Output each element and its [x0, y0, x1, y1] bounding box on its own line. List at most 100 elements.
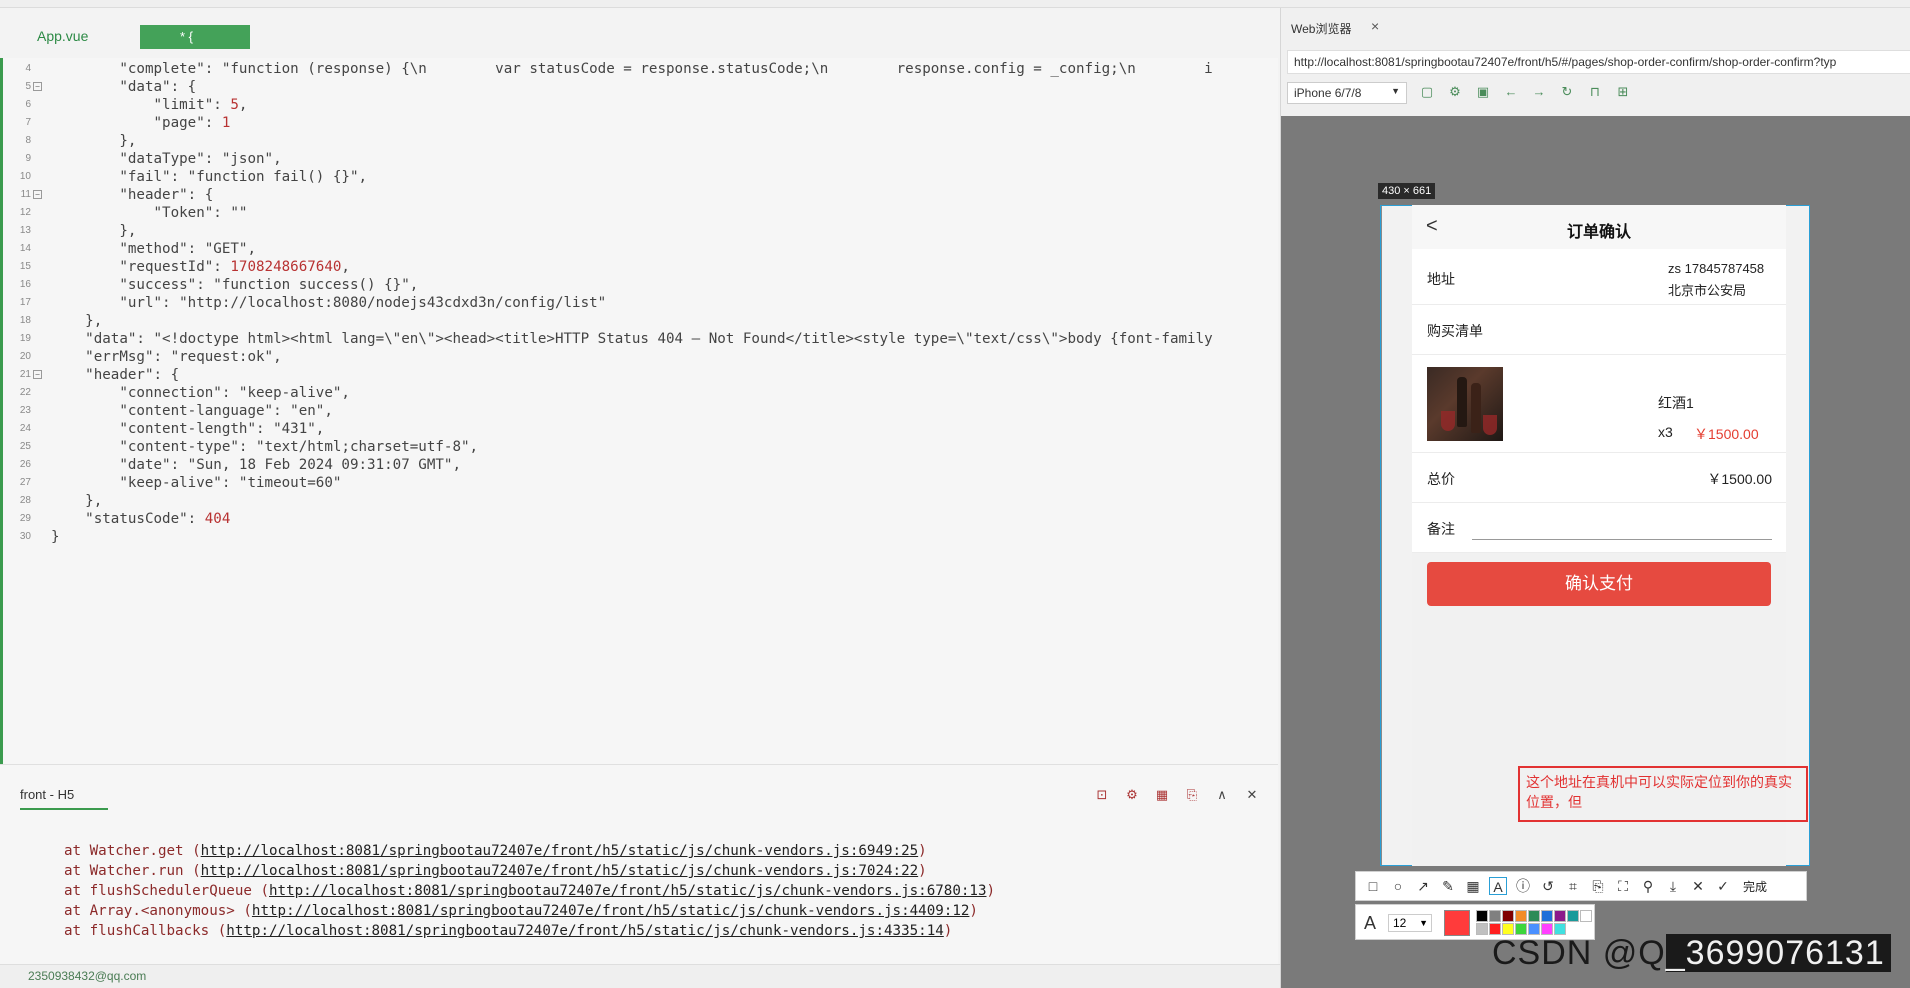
- purchase-list-row: 购买清单: [1412, 305, 1786, 355]
- remark-input[interactable]: [1472, 539, 1772, 540]
- log-link[interactable]: http://localhost:8081/springbootau72407e…: [201, 863, 919, 879]
- export-icon[interactable]: ⎘: [1184, 787, 1200, 803]
- remark-label: 备注: [1427, 521, 1455, 537]
- log-text: at Watcher.get (: [64, 843, 201, 859]
- viewport-size-label: 430 × 661: [1378, 183, 1436, 199]
- screenshot-icon[interactable]: ▢: [1419, 84, 1435, 100]
- log-text: ): [918, 843, 927, 859]
- text-icon[interactable]: A: [1489, 877, 1507, 895]
- log-line: at flushCallbacks (http://localhost:8081…: [64, 923, 952, 939]
- color-swatch[interactable]: [1515, 910, 1527, 922]
- color-swatch[interactable]: [1476, 910, 1488, 922]
- copy-icon[interactable]: ⎘: [1589, 877, 1607, 895]
- account-email[interactable]: 2350938432@qq.com: [28, 969, 146, 983]
- log-text: ): [918, 863, 927, 879]
- watermark-text: CSDN @Q: [1492, 934, 1666, 972]
- screen-root: App.vue * { 4 "complete": "function (res…: [0, 0, 1910, 988]
- log-text: at flushSchedulerQueue (: [64, 883, 269, 899]
- close-icon[interactable]: ×: [1371, 18, 1379, 34]
- undo-icon[interactable]: ↺: [1539, 877, 1557, 895]
- settings-icon[interactable]: ⚙: [1447, 84, 1463, 100]
- forward-arrow-icon[interactable]: →: [1531, 84, 1547, 100]
- check-icon[interactable]: ✓: [1714, 877, 1732, 895]
- fullscreen-icon[interactable]: ⛶: [1614, 877, 1632, 895]
- arrow-icon[interactable]: ↗: [1414, 877, 1432, 895]
- refresh-icon[interactable]: ↻: [1559, 84, 1575, 100]
- stop-icon[interactable]: ⊡: [1094, 787, 1110, 803]
- log-link[interactable]: http://localhost:8081/springbootau72407e…: [252, 903, 970, 919]
- settings-icon[interactable]: ⚙: [1124, 787, 1140, 803]
- mosaic-icon[interactable]: ▦: [1464, 877, 1482, 895]
- log-text: at Array.<anonymous> (: [64, 903, 252, 919]
- nav-bar: < 订单确认: [1412, 205, 1786, 249]
- purchase-list-label: 购买清单: [1427, 323, 1483, 339]
- code-text: }: [51, 529, 60, 545]
- chevron-down-icon: ▼: [1419, 918, 1428, 928]
- log-line: at Array.<anonymous> (http://localhost:8…: [64, 903, 978, 919]
- console-panel: front - H5 ⊡ ⚙ ▦ ⎘ ∧ ✕ at Watcher.get (h…: [0, 764, 1278, 964]
- address-city: 北京市公安局: [1668, 283, 1747, 298]
- product-quantity: x3: [1658, 424, 1673, 440]
- fold-icon[interactable]: −: [33, 82, 42, 91]
- watermark: CSDN @Q_3699076131: [1492, 934, 1891, 973]
- tab-app-vue[interactable]: App.vue: [37, 28, 88, 44]
- color-swatch[interactable]: [1541, 910, 1553, 922]
- page-title: 订单确认: [1566, 224, 1631, 241]
- rectangle-icon[interactable]: □: [1364, 877, 1382, 895]
- color-swatch[interactable]: [1554, 910, 1566, 922]
- confirm-pay-button[interactable]: 确认支付: [1427, 562, 1771, 606]
- log-link[interactable]: http://localhost:8081/springbootau72407e…: [201, 843, 919, 859]
- current-color-swatch[interactable]: [1444, 910, 1470, 936]
- tab-active-file[interactable]: * {: [140, 25, 250, 49]
- inspect-icon[interactable]: ▣: [1475, 84, 1491, 100]
- cancel-icon[interactable]: ✕: [1689, 877, 1707, 895]
- product-image: [1427, 367, 1503, 441]
- chevron-up-icon[interactable]: ∧: [1214, 787, 1230, 803]
- product-item[interactable]: 红酒1 x3 ￥1500.00: [1412, 355, 1786, 453]
- font-icon: A: [1364, 913, 1377, 933]
- clear-icon[interactable]: ▦: [1154, 787, 1170, 803]
- fold-icon[interactable]: −: [33, 370, 42, 379]
- color-swatch[interactable]: [1567, 910, 1579, 922]
- log-text: at Watcher.run (: [64, 863, 201, 879]
- annotation-textbox[interactable]: 这个地址在真机中可以实际定位到你的真实位置，但: [1518, 766, 1808, 822]
- log-link[interactable]: http://localhost:8081/springbootau72407e…: [226, 923, 944, 939]
- log-line: at Watcher.run (http://localhost:8081/sp…: [64, 863, 927, 879]
- address-name-phone: zs 17845787458: [1668, 261, 1765, 276]
- fold-icon[interactable]: −: [33, 190, 42, 199]
- browser-toolbar: ▢ ⚙ ▣ ← → ↻ ⊓ ⊞: [1419, 84, 1631, 100]
- console-tab-front-h5[interactable]: front - H5: [20, 787, 108, 810]
- code-line: 30}: [3, 526, 1281, 548]
- address-row[interactable]: 地址 zs 17845787458 北京市公安局: [1412, 249, 1786, 305]
- close-panel-icon[interactable]: ✕: [1244, 787, 1260, 803]
- color-swatch[interactable]: [1528, 910, 1540, 922]
- code-editor[interactable]: 4 "complete": "function (response) {\n v…: [0, 58, 1278, 764]
- tab-web-browser[interactable]: Web浏览器: [1291, 20, 1351, 37]
- total-label: 总价: [1427, 471, 1455, 487]
- product-name: 红酒1: [1658, 395, 1694, 411]
- device-select[interactable]: iPhone 6/7/8 ▼: [1287, 82, 1407, 104]
- url-input[interactable]: http://localhost:8081/springbootau72407e…: [1287, 50, 1910, 74]
- crop-icon[interactable]: ⌗: [1564, 877, 1582, 895]
- download-icon[interactable]: ⤓: [1664, 877, 1682, 895]
- number-icon[interactable]: ⓘ: [1514, 877, 1532, 895]
- color-swatch[interactable]: [1580, 910, 1592, 922]
- total-value: ￥1500.00: [1707, 471, 1772, 487]
- grid-icon[interactable]: ⊞: [1615, 84, 1631, 100]
- color-swatch[interactable]: [1476, 923, 1488, 935]
- pin-icon[interactable]: ⚲: [1639, 877, 1657, 895]
- back-arrow-icon[interactable]: ←: [1503, 84, 1519, 100]
- color-swatch[interactable]: [1502, 910, 1514, 922]
- log-link[interactable]: http://localhost:8081/springbootau72407e…: [269, 883, 987, 899]
- glass-shape: [1441, 411, 1455, 431]
- log-text: ): [943, 923, 953, 939]
- status-bar: 2350938432@qq.com: [0, 964, 1280, 988]
- log-line: at flushSchedulerQueue (http://localhost…: [64, 883, 995, 899]
- font-size-select[interactable]: 12 ▼: [1388, 914, 1432, 932]
- color-swatch[interactable]: [1489, 910, 1501, 922]
- pen-icon[interactable]: ✎: [1439, 877, 1457, 895]
- ellipse-icon[interactable]: ○: [1389, 877, 1407, 895]
- log-text: at flushCallbacks (: [64, 923, 227, 939]
- done-button[interactable]: 完成: [1743, 878, 1767, 895]
- lock-icon[interactable]: ⊓: [1587, 84, 1603, 100]
